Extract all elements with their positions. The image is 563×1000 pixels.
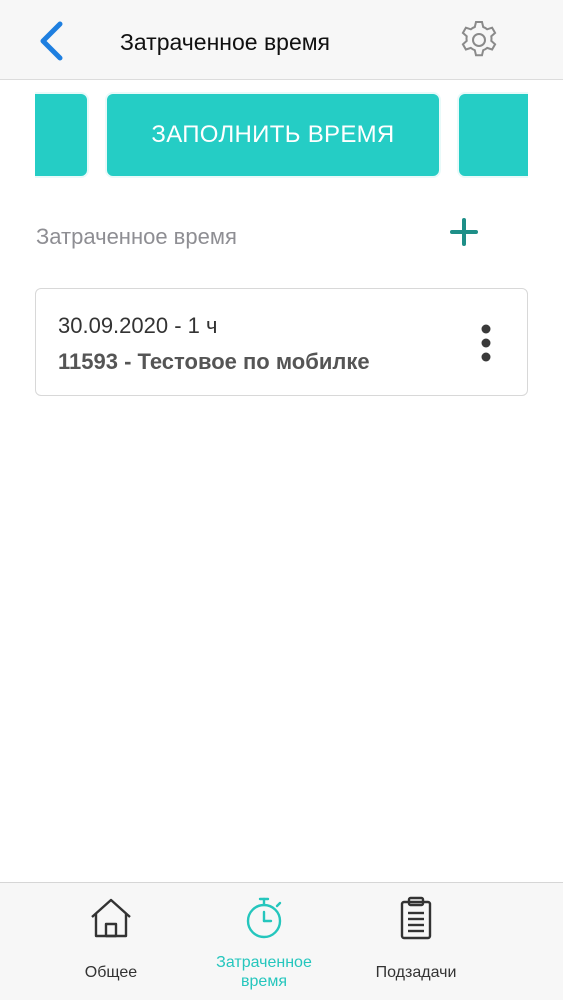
tab-general-label: Общее (84, 964, 138, 981)
tab-general[interactable]: Общее (36, 883, 186, 1000)
plus-icon (450, 218, 478, 246)
entry-date-duration: 30.09.2020 - 1 ч (58, 313, 218, 338)
next-action-card[interactable] (457, 92, 528, 178)
entry-more-button[interactable] (472, 323, 500, 363)
prev-action-card[interactable] (35, 92, 89, 178)
stopwatch-icon (246, 897, 282, 939)
tab-spent-time[interactable]: Затраченное время (189, 883, 339, 1000)
gear-icon (461, 21, 497, 57)
tab-spent-time-label-line1: Затраченное (216, 954, 312, 971)
tab-subtasks[interactable]: Подзадачи (341, 883, 491, 1000)
action-carousel[interactable]: ЗАПОЛНИТЬ ВРЕМЯ (35, 92, 528, 178)
entry-task: 11593 - Тестовое по мобилке (58, 349, 370, 374)
nav-bar: Затраченное время (0, 0, 563, 80)
more-vertical-icon (481, 324, 491, 362)
fill-time-button[interactable]: ЗАПОЛНИТЬ ВРЕМЯ (105, 92, 441, 178)
bottom-tab-bar: Общее Затраченное время Подзадачи (0, 882, 563, 1000)
section-title: Затраченное время (36, 224, 237, 249)
time-entry-card[interactable]: 30.09.2020 - 1 ч 11593 - Тестовое по моб… (35, 288, 528, 396)
home-icon (91, 898, 131, 938)
chevron-left-icon (40, 21, 63, 61)
page-title: Затраченное время (120, 29, 331, 55)
fill-time-label: ЗАПОЛНИТЬ ВРЕМЯ (151, 121, 395, 148)
settings-button[interactable] (455, 16, 503, 64)
tab-subtasks-label: Подзадачи (375, 964, 457, 981)
clipboard-icon (400, 896, 432, 940)
add-time-button[interactable] (446, 214, 482, 250)
back-button[interactable] (32, 18, 72, 64)
tab-spent-time-label-line2: время (241, 973, 287, 990)
tab-spent-time-label: Затраченное время (189, 953, 339, 991)
